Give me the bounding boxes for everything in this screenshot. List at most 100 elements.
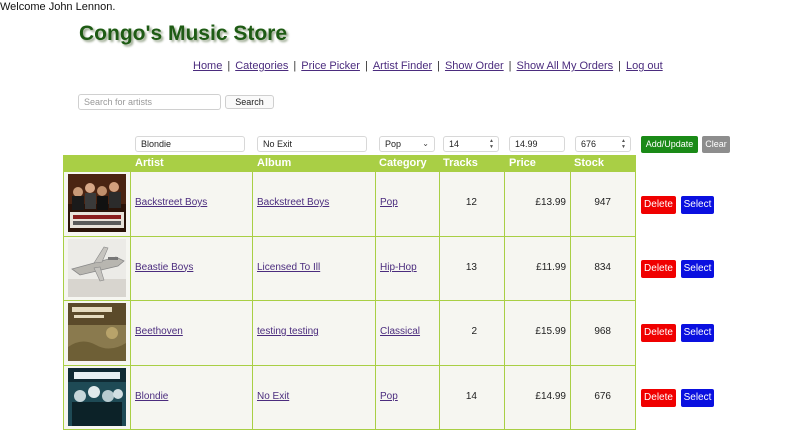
nav-separator: | xyxy=(509,60,512,72)
column-divider xyxy=(130,237,131,301)
stock-value: 947 xyxy=(574,197,611,208)
column-divider xyxy=(252,237,253,301)
select-button[interactable]: Select xyxy=(681,324,714,342)
delete-button[interactable]: Delete xyxy=(641,196,676,214)
album-link[interactable]: Licensed To Ill xyxy=(257,262,320,273)
column-divider xyxy=(570,237,571,301)
album-table: Artist Album Category Tracks Price Stock… xyxy=(63,155,636,430)
main-nav: Home | Categories | Price Picker | Artist Find… xyxy=(193,60,663,72)
spin-arrows-icon[interactable]: ▲▼ xyxy=(621,138,626,150)
column-divider xyxy=(570,301,571,365)
price-value: £11.99 xyxy=(509,262,566,273)
column-divider xyxy=(63,172,64,236)
column-header-stock: Stock xyxy=(574,157,604,169)
clear-button[interactable]: Clear xyxy=(702,136,730,153)
column-divider xyxy=(130,301,131,365)
category-link[interactable]: Classical xyxy=(380,326,420,337)
column-divider xyxy=(130,366,131,430)
album-cover-image xyxy=(68,174,126,232)
album-link[interactable]: No Exit xyxy=(257,391,289,402)
price-field-value: 14.99 xyxy=(515,139,538,149)
column-divider xyxy=(439,301,440,365)
album-link[interactable]: Backstreet Boys xyxy=(257,197,329,208)
price-value: £14.99 xyxy=(509,391,566,402)
category-select[interactable]: Pop ⌄ xyxy=(379,136,435,152)
column-header-price: Price xyxy=(509,157,536,169)
nav-show-all-orders-link[interactable]: Show All My Orders xyxy=(517,60,614,72)
column-divider xyxy=(63,301,64,365)
select-button[interactable]: Select xyxy=(681,260,714,278)
tracks-value: 12 xyxy=(443,197,477,208)
table-row: Beastie Boys Licensed To Ill Hip-Hop 13 … xyxy=(63,237,636,302)
column-divider xyxy=(130,172,131,236)
column-divider xyxy=(63,366,64,430)
column-divider xyxy=(439,237,440,301)
column-header-tracks: Tracks xyxy=(443,157,478,169)
column-divider xyxy=(375,172,376,236)
column-divider xyxy=(504,237,505,301)
column-divider xyxy=(504,301,505,365)
nav-home-link[interactable]: Home xyxy=(193,60,222,72)
album-cover-image xyxy=(68,303,126,361)
tracks-stepper[interactable]: 14 ▲▼ xyxy=(443,136,499,152)
column-divider xyxy=(635,301,636,365)
welcome-message: Welcome John Lennon. xyxy=(0,1,115,13)
nav-show-order-link[interactable]: Show Order xyxy=(445,60,504,72)
select-button[interactable]: Select xyxy=(681,389,714,407)
tracks-value: 2 xyxy=(443,326,477,337)
stock-value: 968 xyxy=(574,326,611,337)
artist-link[interactable]: Blondie xyxy=(135,391,168,402)
column-divider xyxy=(375,301,376,365)
stock-stepper-value: 676 xyxy=(581,139,596,149)
search-button[interactable]: Search xyxy=(225,95,274,109)
delete-button[interactable]: Delete xyxy=(641,324,676,342)
table-row: Backstreet Boys Backstreet Boys Pop 12 £… xyxy=(63,172,636,237)
album-cover-image xyxy=(68,368,126,426)
tracks-value: 14 xyxy=(443,391,477,402)
nav-logout-link[interactable]: Log out xyxy=(626,60,663,72)
nav-price-picker-link[interactable]: Price Picker xyxy=(301,60,360,72)
category-link[interactable]: Pop xyxy=(380,197,398,208)
artist-link[interactable]: Beethoven xyxy=(135,326,183,337)
column-divider xyxy=(375,366,376,430)
column-header-album: Album xyxy=(257,157,291,169)
table-header: Artist Album Category Tracks Price Stock xyxy=(63,155,636,172)
stock-value: 676 xyxy=(574,391,611,402)
stock-value: 834 xyxy=(574,262,611,273)
price-value: £13.99 xyxy=(509,197,566,208)
album-field[interactable]: No Exit xyxy=(257,136,367,152)
artist-field-value: Blondie xyxy=(141,139,171,149)
column-header-category: Category xyxy=(379,157,427,169)
column-divider xyxy=(570,366,571,430)
column-divider xyxy=(504,366,505,430)
nav-categories-link[interactable]: Categories xyxy=(235,60,288,72)
delete-button[interactable]: Delete xyxy=(641,389,676,407)
price-value: £15.99 xyxy=(509,326,566,337)
artist-link[interactable]: Backstreet Boys xyxy=(135,197,207,208)
stock-stepper[interactable]: 676 ▲▼ xyxy=(575,136,631,152)
nav-artist-finder-link[interactable]: Artist Finder xyxy=(373,60,432,72)
category-select-value: Pop xyxy=(385,139,401,149)
column-divider xyxy=(635,237,636,301)
category-link[interactable]: Pop xyxy=(380,391,398,402)
tracks-stepper-value: 14 xyxy=(449,139,459,149)
spin-arrows-icon[interactable]: ▲▼ xyxy=(489,138,494,150)
add-update-button[interactable]: Add/Update xyxy=(641,136,698,153)
nav-separator: | xyxy=(618,60,621,72)
nav-separator: | xyxy=(293,60,296,72)
artist-search-input[interactable] xyxy=(78,94,221,110)
column-header-artist: Artist xyxy=(135,157,164,169)
column-divider xyxy=(252,366,253,430)
chevron-down-icon: ⌄ xyxy=(422,137,429,151)
album-link[interactable]: testing testing xyxy=(257,326,319,337)
delete-button[interactable]: Delete xyxy=(641,260,676,278)
table-row: Blondie No Exit Pop 14 £14.99 676 xyxy=(63,366,636,430)
album-field-value: No Exit xyxy=(263,139,292,149)
select-button[interactable]: Select xyxy=(681,196,714,214)
column-divider xyxy=(439,172,440,236)
artist-link[interactable]: Beastie Boys xyxy=(135,262,193,273)
price-field[interactable]: 14.99 xyxy=(509,136,565,152)
artist-field[interactable]: Blondie xyxy=(135,136,245,152)
category-link[interactable]: Hip-Hop xyxy=(380,262,417,273)
column-divider xyxy=(635,366,636,430)
